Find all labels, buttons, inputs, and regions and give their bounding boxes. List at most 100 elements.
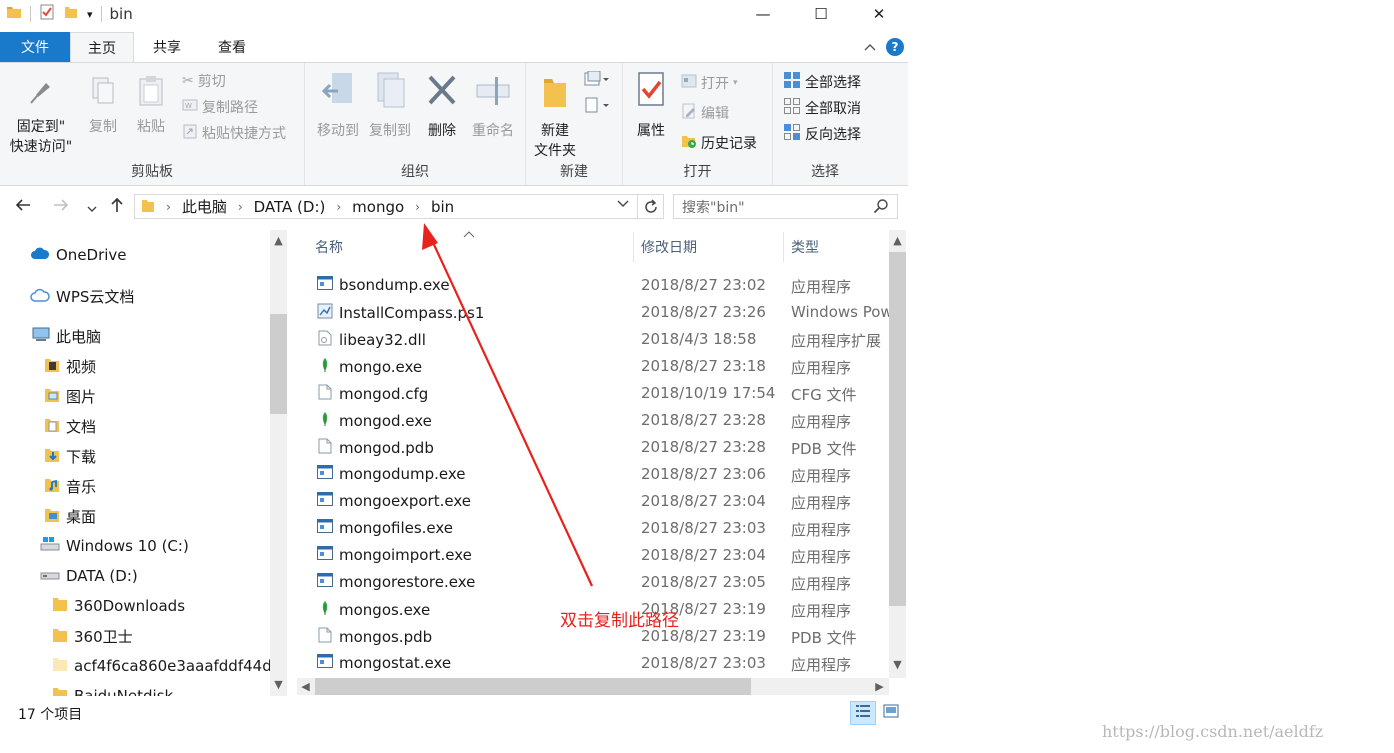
nav-item-pictures[interactable]: 图片 (44, 386, 96, 407)
file-row[interactable]: mongostat.exe 2018/8/27 23:03 应用程序 (297, 650, 889, 677)
file-row[interactable]: mongorestore.exe 2018/8/27 23:05 应用程序 (297, 569, 889, 596)
up-arrow-icon[interactable] (108, 196, 126, 219)
copy-path-button[interactable]: W 复制路径 (182, 97, 258, 117)
large-icons-view-button[interactable] (878, 701, 904, 725)
svg-text:W: W (185, 102, 192, 110)
nav-item-windows-drive[interactable]: Windows 10 (C:) (40, 536, 189, 556)
help-icon[interactable]: ? (886, 38, 904, 56)
back-arrow-icon[interactable] (14, 196, 32, 219)
open-button[interactable]: 打开 ▾ (681, 73, 738, 93)
address-bar[interactable]: › 此电脑 › DATA (D:) › mongo › bin (134, 194, 664, 219)
breadcrumb-separator[interactable]: › (227, 200, 254, 214)
file-list-scrollbar[interactable]: ▲ ▼ (889, 230, 906, 678)
breadcrumb-mongo[interactable]: mongo (352, 198, 404, 216)
tab-home[interactable]: 主页 (70, 32, 134, 62)
breadcrumb-this-pc[interactable]: 此电脑 (182, 196, 227, 217)
properties-button[interactable]: 属性 (627, 71, 675, 141)
refresh-icon[interactable] (637, 195, 663, 218)
tab-share[interactable]: 共享 (134, 32, 200, 62)
select-none-button[interactable]: 全部取消 (783, 97, 861, 119)
nav-item-360weishi[interactable]: 360卫士 (52, 626, 133, 647)
nav-item-videos[interactable]: 视频 (44, 356, 96, 377)
column-divider[interactable] (783, 232, 784, 262)
file-list-horizontal-scrollbar[interactable]: ◀ ▶ (297, 678, 889, 695)
file-row[interactable]: mongofiles.exe 2018/8/27 23:03 应用程序 (297, 515, 889, 542)
forward-arrow-icon[interactable] (52, 196, 70, 219)
file-row[interactable]: mongod.exe 2018/8/27 23:28 应用程序 (297, 407, 889, 434)
nav-item-this-pc[interactable]: 此电脑 (32, 326, 101, 347)
file-row[interactable]: mongoexport.exe 2018/8/27 23:04 应用程序 (297, 488, 889, 515)
open-group: 属性 打开 ▾ 编辑 历史记录 打开 (623, 63, 773, 185)
properties-icon[interactable] (39, 4, 55, 24)
delete-button[interactable]: 删除 (419, 71, 465, 141)
cut-button[interactable]: ✂ 剪切 (182, 71, 226, 91)
breadcrumb-separator[interactable]: › (155, 200, 182, 214)
nav-item-wps-cloud[interactable]: WPS云文档 (30, 286, 134, 307)
invert-selection-button[interactable]: 反向选择 (783, 123, 861, 145)
search-icon[interactable] (873, 198, 889, 218)
file-row[interactable]: mongo.exe 2018/8/27 23:18 应用程序 (297, 353, 889, 380)
nav-item-downloads[interactable]: 下载 (44, 446, 96, 467)
move-to-button[interactable]: 移动到 (309, 71, 367, 141)
breadcrumb-separator[interactable]: › (404, 200, 431, 214)
copy-button[interactable]: 复制 (82, 75, 124, 137)
tab-view[interactable]: 查看 (200, 32, 264, 62)
breadcrumb-bin[interactable]: bin (431, 198, 454, 216)
breadcrumb-data-drive[interactable]: DATA (D:) (254, 198, 326, 216)
scrollbar-thumb[interactable] (270, 314, 287, 414)
nav-item-desktop[interactable]: 桌面 (44, 506, 96, 527)
scroll-right-icon[interactable]: ▶ (871, 680, 888, 693)
details-view-button[interactable] (850, 701, 876, 725)
nav-item-baidunetdisk[interactable]: BaiduNetdisk (52, 686, 173, 696)
new-folder-button[interactable]: 新建 文件夹 (530, 71, 580, 161)
scroll-down-icon[interactable]: ▼ (889, 658, 906, 671)
file-name-cell: mongod.cfg (317, 384, 428, 404)
scroll-up-icon[interactable]: ▲ (889, 234, 906, 247)
collapse-ribbon-icon[interactable] (864, 40, 876, 54)
qat-dropdown-icon[interactable]: ▾ (87, 8, 93, 21)
file-row[interactable]: mongod.cfg 2018/10/19 17:54 CFG 文件 (297, 380, 889, 407)
nav-item-data-drive[interactable]: DATA (D:) (40, 566, 138, 586)
paste-button[interactable]: 粘贴 (130, 75, 172, 137)
mongo-leaf-icon (317, 357, 333, 377)
pin-quick-access-button[interactable]: 固定到" 快速访问" (6, 75, 76, 157)
edit-button[interactable]: 编辑 (681, 103, 729, 123)
rename-button[interactable]: 重命名 (465, 71, 521, 141)
close-button[interactable]: ✕ (850, 0, 908, 28)
scrollbar-thumb[interactable] (889, 252, 906, 606)
scrollbar-thumb[interactable] (315, 678, 751, 695)
file-row[interactable]: bsondump.exe 2018/8/27 23:02 应用程序 (297, 272, 889, 299)
select-all-button[interactable]: 全部选择 (783, 71, 861, 93)
file-row[interactable]: InstallCompass.ps1 2018/8/27 23:26 Windows… (297, 299, 889, 326)
file-row[interactable]: mongod.pdb 2018/8/27 23:28 PDB 文件 (297, 434, 889, 461)
nav-pane-scrollbar[interactable]: ▲ ▼ (270, 230, 287, 696)
minimize-button[interactable]: — (734, 0, 792, 28)
new-folder-icon[interactable] (63, 4, 79, 24)
file-row[interactable]: libeay32.dll 2018/4/3 18:58 应用程序扩展 (297, 326, 889, 353)
scroll-left-icon[interactable]: ◀ (297, 680, 314, 693)
history-button[interactable]: 历史记录 (681, 133, 757, 153)
column-header-date[interactable]: 修改日期 (641, 230, 783, 264)
nav-item-music[interactable]: 音乐 (44, 476, 96, 497)
column-divider[interactable] (633, 232, 634, 262)
maximize-button[interactable]: ☐ (792, 0, 850, 28)
nav-item-360downloads[interactable]: 360Downloads (52, 596, 185, 616)
nav-item-onedrive[interactable]: OneDrive (30, 246, 127, 264)
file-row[interactable]: mongoimport.exe 2018/8/27 23:04 应用程序 (297, 542, 889, 569)
breadcrumb-separator[interactable]: › (325, 200, 352, 214)
nav-item-acf4f6ca[interactable]: acf4f6ca860e3aaafddf44dc (52, 656, 280, 676)
tab-file[interactable]: 文件 (0, 32, 70, 62)
file-row[interactable]: mongodump.exe 2018/8/27 23:06 应用程序 (297, 461, 889, 488)
copy-to-button[interactable]: 复制到 (361, 71, 419, 141)
new-item-button[interactable] (584, 70, 610, 91)
paste-shortcut-button[interactable]: 粘贴快捷方式 (182, 123, 286, 143)
easy-access-button[interactable] (584, 97, 610, 117)
recent-locations-chevron-icon[interactable] (86, 199, 98, 219)
column-header-name[interactable]: 名称 (315, 230, 633, 264)
nav-item-documents[interactable]: 文档 (44, 416, 96, 437)
scroll-up-icon[interactable]: ▲ (270, 234, 287, 247)
address-history-chevron-icon[interactable] (617, 198, 629, 213)
scroll-down-icon[interactable]: ▼ (270, 678, 287, 691)
column-header-type[interactable]: 类型 (791, 230, 889, 264)
search-box[interactable]: 搜索"bin" (673, 194, 898, 219)
